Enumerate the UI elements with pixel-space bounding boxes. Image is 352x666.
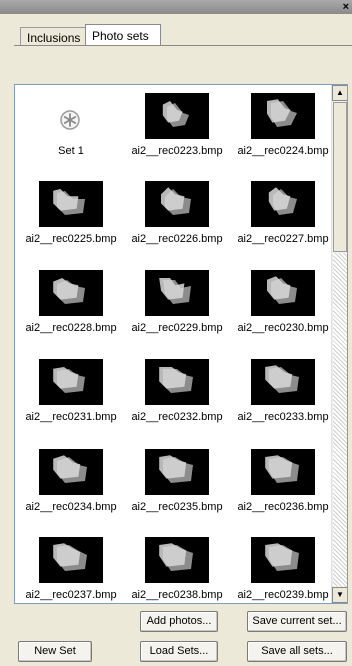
asterisk-circle-icon	[59, 109, 81, 131]
photo-item[interactable]: ai2__rec0230.bmp	[231, 266, 335, 356]
photo-item[interactable]: ai2__rec0227.bmp	[231, 177, 335, 267]
photo-item[interactable]: ai2__rec0232.bmp	[125, 355, 229, 445]
photo-thumbnail	[251, 181, 315, 227]
tab-inclusions[interactable]: Inclusions	[20, 27, 86, 46]
photo-thumbnail	[145, 181, 209, 227]
photo-item[interactable]: ai2__rec0234.bmp	[19, 445, 123, 535]
photo-filename: ai2__rec0225.bmp	[25, 233, 117, 245]
photo-filename: ai2__rec0227.bmp	[237, 233, 329, 245]
save-current-set-button[interactable]: Save current set...	[247, 611, 347, 632]
title-bar: ×	[0, 0, 352, 14]
photo-thumbnail	[39, 449, 103, 495]
scroll-track[interactable]	[333, 253, 347, 587]
photo-item[interactable]: ai2__rec0224.bmp	[231, 89, 335, 179]
photo-filename: ai2__rec0223.bmp	[131, 145, 223, 157]
add-photos-button[interactable]: Add photos...	[140, 611, 218, 632]
load-sets-button[interactable]: Load Sets...	[140, 641, 218, 662]
photo-thumbnail	[39, 359, 103, 405]
photo-filename: ai2__rec0226.bmp	[131, 233, 223, 245]
tab-photo-sets[interactable]: Photo sets	[85, 24, 161, 46]
photo-filename: ai2__rec0239.bmp	[237, 589, 329, 601]
photo-thumbnail	[145, 93, 209, 139]
scroll-thumb[interactable]	[333, 102, 347, 252]
photo-item[interactable]: ai2__rec0231.bmp	[19, 355, 123, 445]
photo-filename: ai2__rec0229.bmp	[131, 322, 223, 334]
photo-thumbnail	[251, 449, 315, 495]
scroll-down-button[interactable]: ▼	[332, 587, 347, 603]
photo-thumbnail	[145, 270, 209, 316]
tab-divider	[14, 45, 352, 46]
photo-thumbnail	[251, 270, 315, 316]
photo-filename: ai2__rec0228.bmp	[25, 322, 117, 334]
photo-item[interactable]: ai2__rec0233.bmp	[231, 355, 335, 445]
photo-item[interactable]: ai2__rec0238.bmp	[125, 533, 229, 603]
vertical-scrollbar[interactable]: ▲ ▼	[331, 85, 347, 603]
photo-item[interactable]: ai2__rec0236.bmp	[231, 445, 335, 535]
photo-item[interactable]: ai2__rec0228.bmp	[19, 266, 123, 356]
photo-filename: ai2__rec0224.bmp	[237, 145, 329, 157]
photo-filename: ai2__rec0237.bmp	[25, 589, 117, 601]
photo-item[interactable]: ai2__rec0226.bmp	[125, 177, 229, 267]
photo-filename: ai2__rec0234.bmp	[25, 501, 117, 513]
photo-filename: ai2__rec0236.bmp	[237, 501, 329, 513]
photo-thumbnail	[39, 181, 103, 227]
photo-thumbnail	[145, 449, 209, 495]
photo-item[interactable]: ai2__rec0223.bmp	[125, 89, 229, 179]
photo-item[interactable]: ai2__rec0237.bmp	[19, 533, 123, 603]
new-set-button[interactable]: New Set	[18, 641, 92, 662]
photo-item[interactable]: ai2__rec0229.bmp	[125, 266, 229, 356]
photo-thumbnail	[145, 537, 209, 583]
photo-item[interactable]: ai2__rec0235.bmp	[125, 445, 229, 535]
photo-thumbnail	[145, 359, 209, 405]
set-item[interactable]: Set 1	[19, 89, 123, 179]
photo-thumbnail	[39, 537, 103, 583]
photo-thumbnail	[251, 537, 315, 583]
photo-filename: ai2__rec0231.bmp	[25, 411, 117, 423]
photo-filename: ai2__rec0232.bmp	[131, 411, 223, 423]
photo-list[interactable]: Set 1 ai2__rec0223.bmp ai2__rec0224.bmp ai2…	[14, 84, 348, 604]
save-all-sets-button[interactable]: Save all sets...	[247, 641, 347, 662]
photo-thumbnail	[251, 93, 315, 139]
photo-thumbnail	[39, 270, 103, 316]
close-icon[interactable]: ×	[343, 0, 349, 14]
photo-filename: ai2__rec0230.bmp	[237, 322, 329, 334]
photo-item[interactable]: ai2__rec0239.bmp	[231, 533, 335, 603]
photo-filename: ai2__rec0238.bmp	[131, 589, 223, 601]
photo-filename: ai2__rec0233.bmp	[237, 411, 329, 423]
photo-thumbnail	[251, 359, 315, 405]
photo-item[interactable]: ai2__rec0225.bmp	[19, 177, 123, 267]
scroll-up-button[interactable]: ▲	[332, 85, 347, 101]
photo-filename: ai2__rec0235.bmp	[131, 501, 223, 513]
set-label: Set 1	[58, 145, 84, 157]
